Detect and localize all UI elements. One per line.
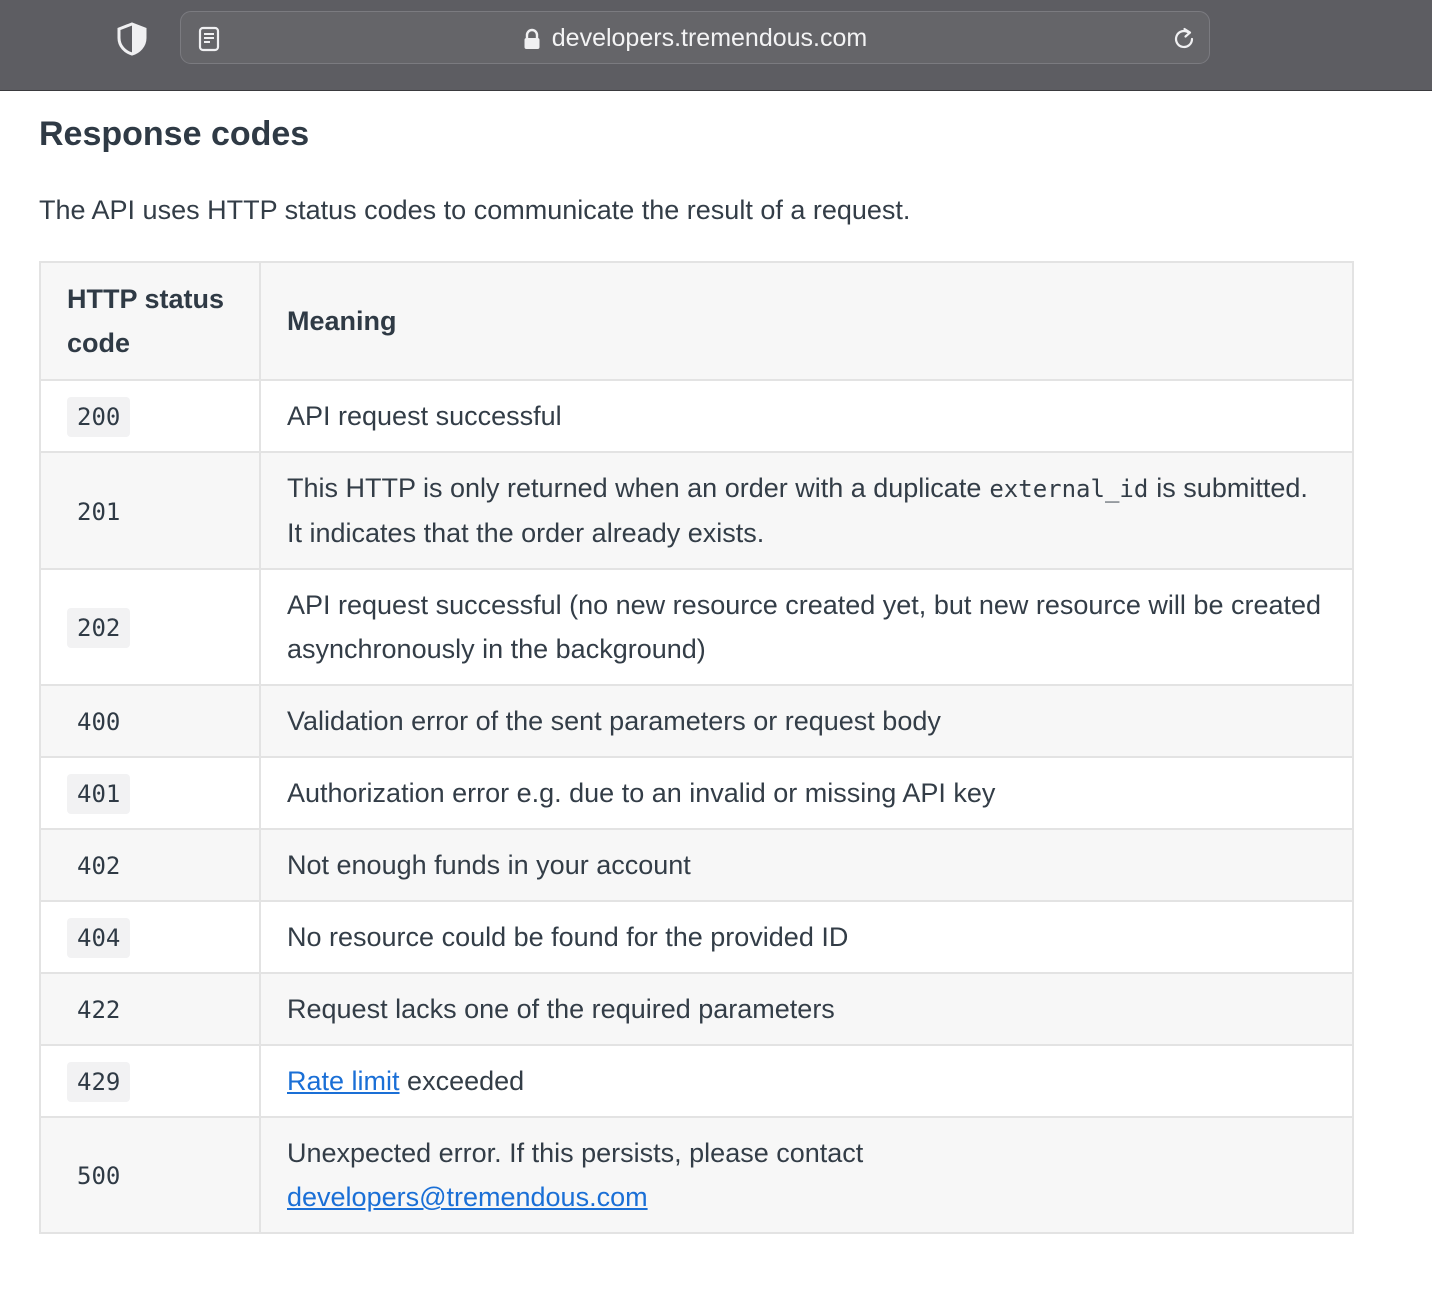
table-row: 404 No resource could be found for the p…	[39, 900, 1354, 974]
rate-limit-link[interactable]: Rate limit	[287, 1066, 400, 1096]
status-code-cell: 200	[39, 379, 261, 453]
lock-icon	[524, 28, 540, 49]
meaning-cell: Not enough funds in your account	[259, 828, 1354, 902]
table-row: 400 Validation error of the sent paramet…	[39, 684, 1354, 758]
status-code-cell: 404	[39, 900, 261, 974]
status-code: 429	[67, 1062, 131, 1102]
meaning-cell: This HTTP is only returned when an order…	[259, 451, 1354, 570]
meaning-cell: Request lacks one of the required parame…	[259, 972, 1354, 1046]
status-code: 200	[67, 397, 131, 437]
meaning-cell: No resource could be found for the provi…	[259, 900, 1354, 974]
status-code: 402	[77, 852, 121, 880]
table-row: 202 API request successful (no new resou…	[39, 568, 1354, 686]
status-code-cell: 202	[39, 568, 261, 686]
privacy-shield-icon[interactable]	[116, 22, 148, 56]
status-code: 400	[77, 708, 121, 736]
meaning-cell: API request successful (no new resource …	[259, 568, 1354, 686]
status-code-cell: 429	[39, 1044, 261, 1118]
page-title: Response codes	[39, 115, 310, 153]
status-code: 500	[77, 1162, 121, 1190]
developers-email-link[interactable]: developers@tremendous.com	[287, 1182, 648, 1212]
url-text: developers.tremendous.com	[551, 24, 868, 52]
inline-code-external-id: external_id	[989, 475, 1149, 503]
meaning-cell: Rate limit exceeded	[259, 1044, 1354, 1118]
meaning-cell: Authorization error e.g. due to an inval…	[259, 756, 1354, 830]
status-code: 422	[77, 996, 121, 1024]
header-meaning: Meaning	[259, 261, 1354, 381]
meaning-cell: API request successful	[259, 379, 1354, 453]
address-bar[interactable]: developers.tremendous.com	[180, 11, 1210, 64]
response-codes-table: HTTP status code Meaning 200 API request…	[39, 261, 1354, 1234]
status-code-cell: 401	[39, 756, 261, 830]
table-row: 422 Request lacks one of the required pa…	[39, 972, 1354, 1046]
status-code: 201	[77, 497, 121, 526]
table-row: 401 Authorization error e.g. due to an i…	[39, 756, 1354, 830]
table-row: 200 API request successful	[39, 379, 1354, 453]
status-code-cell: 500	[39, 1116, 261, 1234]
status-code-cell: 402	[39, 828, 261, 902]
url-display[interactable]: developers.tremendous.com	[181, 12, 1209, 65]
meaning-cell: Validation error of the sent parameters …	[259, 684, 1354, 758]
reload-icon[interactable]	[1171, 26, 1197, 52]
table-header-row: HTTP status code Meaning	[39, 261, 1354, 381]
table-row: 402 Not enough funds in your account	[39, 828, 1354, 902]
status-code: 401	[67, 774, 131, 814]
meaning-cell: Unexpected error. If this persists, plea…	[259, 1116, 1354, 1234]
status-code-cell: 400	[39, 684, 261, 758]
browser-toolbar: developers.tremendous.com	[0, 0, 1432, 91]
header-status-code: HTTP status code	[39, 261, 261, 381]
status-code: 202	[67, 608, 131, 648]
table-row: 429 Rate limit exceeded	[39, 1044, 1354, 1118]
status-code-cell: 422	[39, 972, 261, 1046]
table-row: 201 This HTTP is only returned when an o…	[39, 451, 1354, 570]
status-code-cell: 201	[39, 451, 261, 570]
status-code: 404	[67, 918, 131, 958]
table-row: 500 Unexpected error. If this persists, …	[39, 1116, 1354, 1234]
intro-text: The API uses HTTP status codes to commun…	[39, 195, 911, 225]
